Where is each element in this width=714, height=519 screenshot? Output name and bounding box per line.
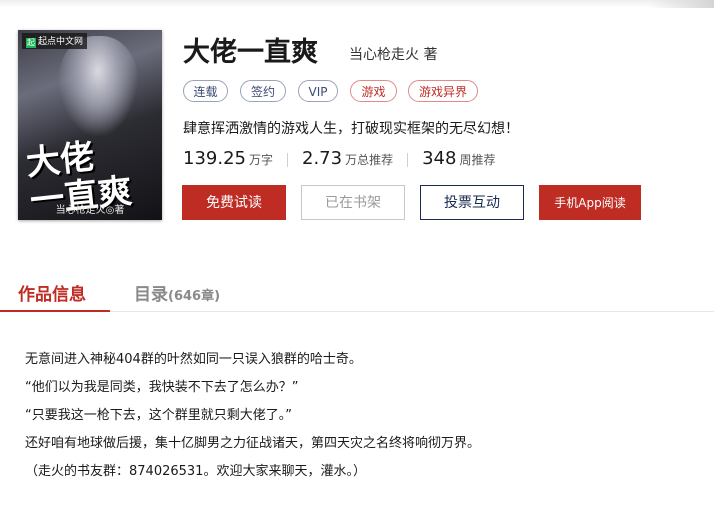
description-line: “只要我这一枪下去，这个群里就只剩大佬了。” <box>25 408 292 423</box>
vote-button[interactable]: 投票互动 <box>420 185 524 220</box>
cover-character-art <box>58 36 138 136</box>
tag-status: 连载 <box>183 80 228 102</box>
author-link[interactable]: 当心枪走火 <box>349 47 419 63</box>
cover-author-text: 当心枪走火◎著 <box>55 205 125 216</box>
tag-signed: 签约 <box>240 80 286 102</box>
tab-book-info[interactable]: 作品信息 <box>18 280 86 305</box>
app-read-button[interactable]: 手机App阅读 <box>539 185 641 220</box>
tag-vip: VIP <box>298 80 338 102</box>
stat-word-count: 139.25 万字 <box>183 148 273 169</box>
stat-divider <box>407 153 409 167</box>
description-line: （走火的书友群：874026531。欢迎大家来聊天，灌水。） <box>25 464 366 479</box>
top-accent-bar <box>650 0 714 8</box>
qidian-logo-icon: 起 <box>26 38 36 48</box>
cover-logo: 起起点中文网 <box>22 33 88 49</box>
free-read-button[interactable]: 免费试读 <box>182 185 286 220</box>
stat-weekly-recommend: 348 周推荐 <box>422 148 496 169</box>
book-description: 无意间进入神秘404群的叶然如同一只误入狼群的哈士奇。 “他们以为我是同类，我快… <box>25 350 480 490</box>
tab-catalog[interactable]: 目录(646章) <box>134 280 220 305</box>
author-line: 当心枪走火 著 <box>349 44 437 64</box>
on-shelf-button[interactable]: 已在书架 <box>301 185 405 220</box>
book-title: 大佬一直爽 <box>183 37 318 68</box>
book-stats: 139.25 万字 2.73 万总推荐 348 周推荐 <box>183 148 495 170</box>
tab-catalog-label: 目录 <box>134 285 168 305</box>
tag-subcategory[interactable]: 游戏异界 <box>408 80 478 102</box>
author-suffix: 著 <box>423 47 438 63</box>
description-line: 无意间进入神秘404群的叶然如同一只误入狼群的哈士奇。 <box>25 352 362 367</box>
book-cover[interactable]: 起起点中文网 大佬 一直爽 当心枪走火◎著 <box>18 30 162 220</box>
stat-divider <box>287 153 288 167</box>
active-tab-indicator <box>0 310 110 312</box>
stat-total-recommend: 2.73 万总推荐 <box>302 148 394 169</box>
catalog-chapter-count: (646章) <box>168 289 221 304</box>
description-line: 还好咱有地球做后援，集十亿脚男之力征战诸天，第四天灾之名终将响彻万界。 <box>25 436 481 451</box>
book-intro: 肆意挥洒激情的游戏人生，打破现实框架的无尽幻想！ <box>183 121 519 137</box>
top-border <box>0 0 714 8</box>
description-line: “他们以为我是同类，我快装不下去了怎么办？” <box>25 380 299 395</box>
tag-category[interactable]: 游戏 <box>350 80 397 102</box>
